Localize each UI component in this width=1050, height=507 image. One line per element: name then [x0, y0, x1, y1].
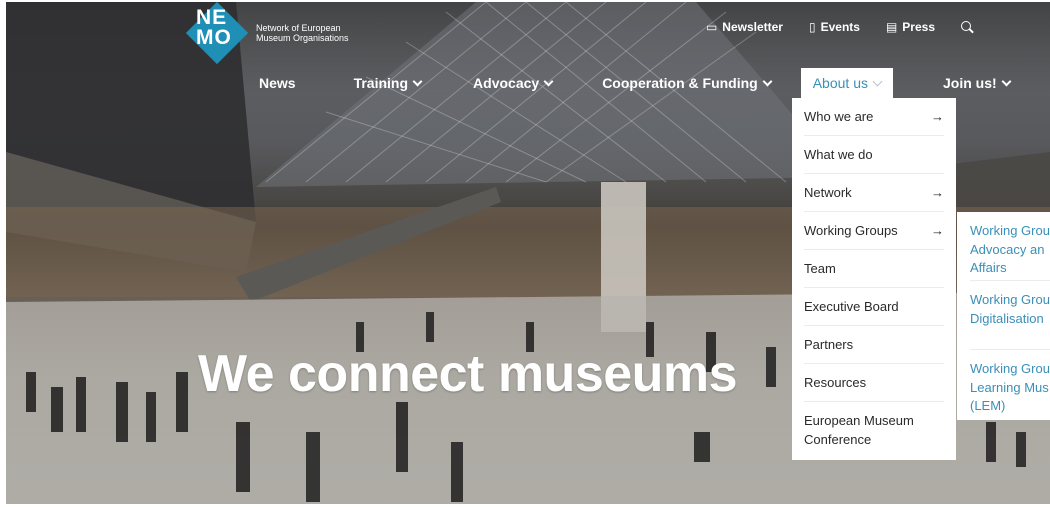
nemo-logo-icon: NE MO	[185, 1, 249, 65]
dropdown-item-working-groups[interactable]: Working Groups →	[804, 212, 944, 250]
dropdown-item-executive-board[interactable]: Executive Board	[804, 288, 944, 326]
submenu-item-learning[interactable]: Working Grou Learning Mus (LEM)	[970, 350, 1050, 419]
press-link[interactable]: ▤ Press	[886, 20, 935, 34]
nav-training[interactable]: Training	[348, 68, 427, 98]
newsletter-icon: ▭	[705, 20, 718, 34]
dropdown-item-partners[interactable]: Partners	[804, 326, 944, 364]
nav-advocacy[interactable]: Advocacy	[467, 68, 558, 98]
dropdown-item-team[interactable]: Team	[804, 250, 944, 288]
search-icon[interactable]	[961, 20, 974, 34]
site-logo[interactable]: NE MO Network of European Museum Organis…	[185, 1, 366, 65]
submenu-item-digitalisation[interactable]: Working Grou Digitalisation	[970, 281, 1050, 350]
chevron-down-icon	[872, 76, 883, 86]
newsletter-link[interactable]: ▭ Newsletter	[706, 20, 783, 34]
dropdown-item-who-we-are[interactable]: Who we are →	[804, 98, 944, 136]
nav-cooperation-funding[interactable]: Cooperation & Funding	[596, 68, 777, 98]
nav-news[interactable]: News	[253, 68, 302, 98]
arrow-right-icon: →	[931, 223, 944, 238]
arrow-right-icon: →	[931, 109, 944, 124]
nav-about-us[interactable]: About us	[800, 68, 893, 98]
dropdown-item-resources[interactable]: Resources	[804, 364, 944, 402]
dropdown-item-european-museum-conference[interactable]: European Museum Conference	[804, 402, 944, 449]
dropdown-item-network[interactable]: Network →	[804, 174, 944, 212]
main-nav: News Training Advocacy Cooperation & Fun…	[253, 68, 1016, 98]
chevron-down-icon	[412, 76, 423, 86]
press-icon: ▤	[885, 20, 898, 34]
calendar-icon: ▯	[808, 20, 816, 34]
events-link[interactable]: ▯ Events	[809, 20, 860, 34]
dropdown-item-what-we-do[interactable]: What we do	[804, 136, 944, 174]
utility-nav: ▭ Newsletter ▯ Events ▤ Press	[706, 20, 974, 34]
arrow-right-icon: →	[931, 185, 944, 200]
working-groups-submenu: Working Grou Advocacy an Affairs Working…	[957, 212, 1050, 420]
hero-headline: We connect museums	[198, 345, 738, 403]
submenu-item-advocacy[interactable]: Working Grou Advocacy an Affairs	[970, 212, 1050, 281]
nav-join-us[interactable]: Join us!	[937, 68, 1016, 98]
chevron-down-icon	[543, 76, 554, 86]
chevron-down-icon	[762, 76, 773, 86]
brand-name: Network of European Museum Organisations	[256, 23, 349, 43]
chevron-down-icon	[1001, 76, 1012, 86]
about-us-dropdown: Who we are → What we do Network → Workin…	[792, 98, 956, 460]
